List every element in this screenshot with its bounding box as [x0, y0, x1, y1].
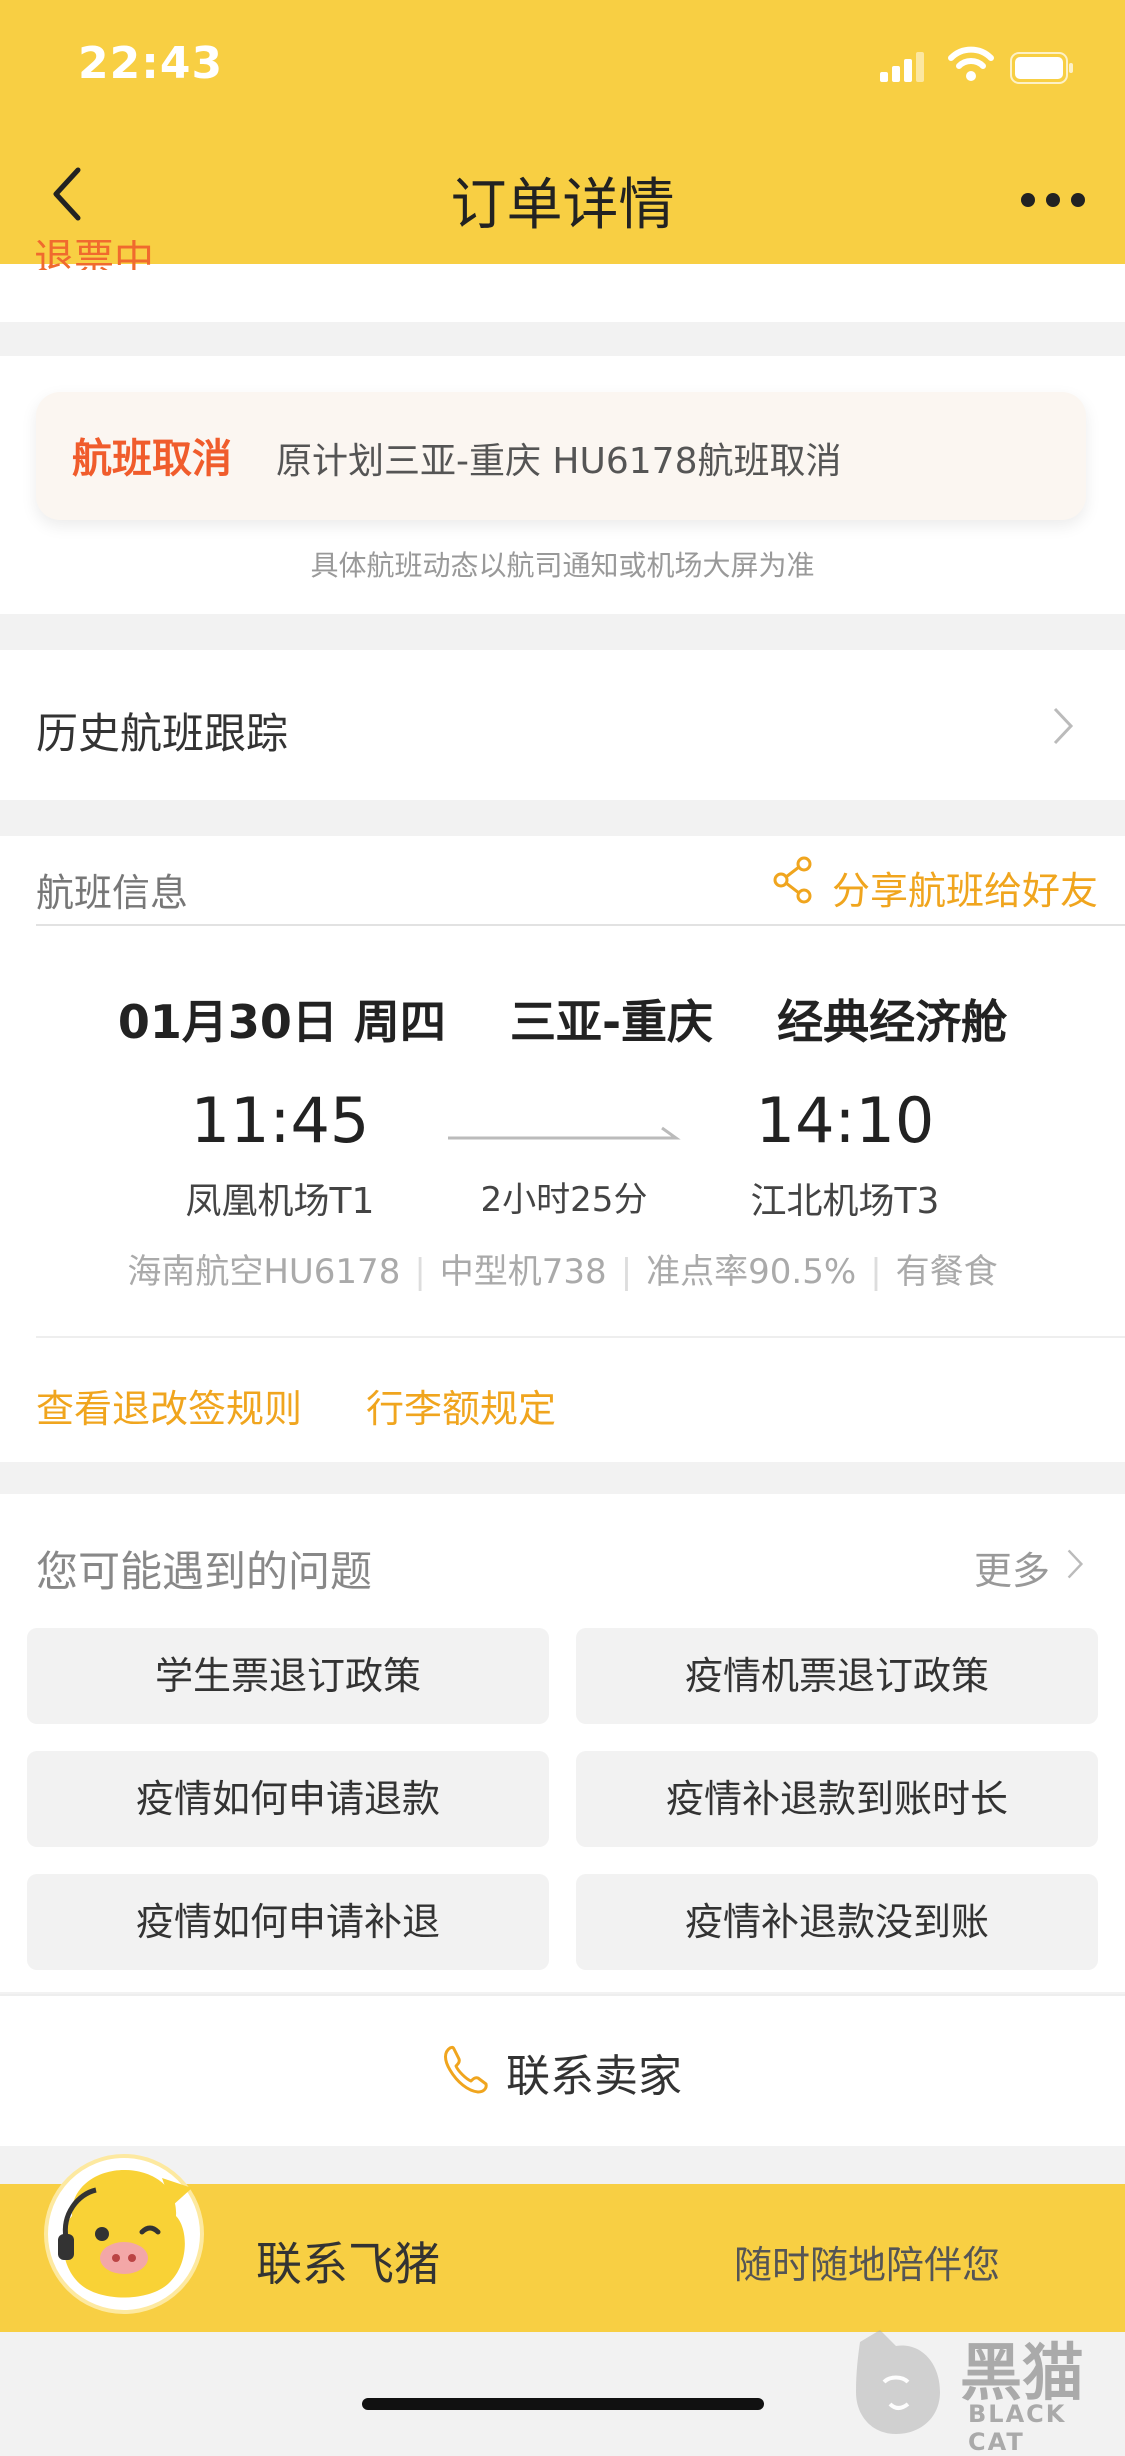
cancel-text: 原计划三亚-重庆 HU6178航班取消 [276, 441, 842, 482]
wifi-icon [948, 46, 994, 81]
on-time-rate: 准点率90.5% [646, 1252, 857, 1292]
status-time: 22:43 [78, 38, 224, 89]
more-icon[interactable] [1018, 190, 1088, 210]
divider [36, 1336, 1125, 1338]
flight-route: 三亚-重庆 [509, 995, 714, 1049]
question-button[interactable]: 疫情补退款到账时长 [576, 1751, 1098, 1847]
flight-info-title: 航班信息 [36, 871, 189, 915]
divider [36, 924, 1125, 926]
watermark-en: BLACK CAT [968, 2400, 1067, 2456]
aircraft-type: 中型机738 [439, 1252, 607, 1292]
page-title: 订单详情 [450, 173, 675, 238]
arrow-right-icon [448, 1126, 681, 1140]
arrival-airport: 江北机场T3 [750, 1181, 940, 1222]
chevron-right-icon [1067, 1549, 1084, 1579]
departure-time: 11:45 [190, 1084, 370, 1157]
signal-icon [880, 52, 924, 82]
flight-meta: 海南航空HU6178 | 中型机738 | 准点率90.5% | 有餐食 [127, 1252, 998, 1292]
status-peek: 退票中 [34, 240, 154, 270]
flight-date: 01月30日 周四 [117, 995, 446, 1049]
phone-icon [444, 2045, 488, 2094]
status-card [0, 264, 1125, 322]
baggage-rules-link[interactable]: 行李额规定 [366, 1378, 556, 1433]
battery-icon [1010, 52, 1073, 84]
contact-fliggy-slogan: 随时随地陪伴您 [734, 2243, 1001, 2287]
watermark-cn: 黑猫 [960, 2336, 1085, 2409]
history-label: 历史航班跟踪 [36, 709, 289, 758]
question-button[interactable]: 疫情补退款没到账 [576, 1874, 1098, 1970]
departure-airport: 凤凰机场T1 [185, 1181, 375, 1222]
chevron-right-icon [1053, 707, 1074, 745]
refund-rules-link[interactable]: 查看退改签规则 [36, 1378, 302, 1433]
question-button[interactable]: 疫情机票退订政策 [576, 1628, 1098, 1724]
question-button[interactable]: 学生票退订政策 [27, 1628, 549, 1724]
contact-seller-label: 联系卖家 [506, 2051, 682, 2102]
questions-more-link[interactable]: 更多 [974, 1540, 1050, 1595]
home-indicator[interactable] [362, 2398, 764, 2410]
contact-fliggy-label: 联系飞猪 [256, 2237, 440, 2291]
questions-title: 您可能遇到的问题 [36, 1547, 373, 1596]
flight-cabin: 经典经济舱 [777, 995, 1008, 1049]
cancel-tag: 航班取消 [72, 436, 232, 482]
cancel-note: 具体航班动态以航司通知或机场大屏为准 [310, 549, 815, 582]
question-button[interactable]: 疫情如何申请补退 [27, 1874, 549, 1970]
share-icon[interactable] [772, 856, 814, 904]
arrival-time: 14:10 [755, 1084, 935, 1157]
fliggy-mascot-avatar[interactable] [44, 2154, 204, 2314]
flight-duration: 2小时25分 [480, 1180, 648, 1220]
meal-info: 有餐食 [895, 1252, 998, 1292]
question-button[interactable]: 疫情如何申请退款 [27, 1751, 549, 1847]
share-flight-link[interactable]: 分享航班给好友 [832, 860, 1098, 915]
flight-summary: 01月30日 周四 三亚-重庆 经典经济舱 [0, 986, 1125, 1052]
airline-flight: 海南航空HU6178 [127, 1252, 401, 1292]
